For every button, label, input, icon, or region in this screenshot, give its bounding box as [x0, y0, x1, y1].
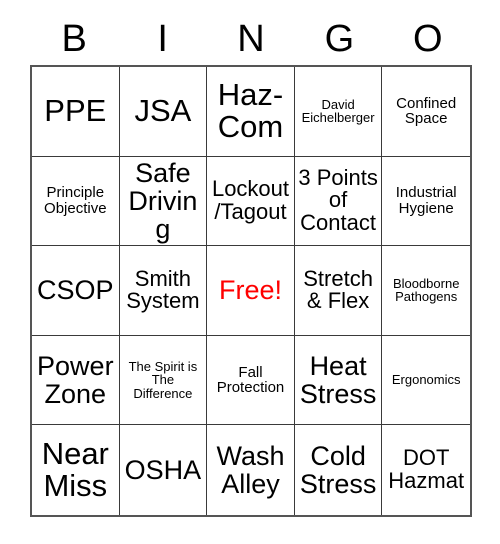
bingo-cell[interactable]: 3 Points of Contact: [294, 156, 383, 247]
bingo-header-letter-g: G: [324, 18, 355, 60]
bingo-cell[interactable]: The Spirit is The Difference: [119, 335, 208, 426]
bingo-cell-label: JSA: [134, 93, 192, 129]
bingo-cell-label: Principle Objective: [44, 184, 107, 217]
bingo-cell-label: Safe Driving: [128, 157, 198, 244]
bingo-cell-label: Confined Space: [396, 94, 457, 128]
bingo-cell-label: Ergonomics: [391, 372, 461, 388]
bingo-cell[interactable]: Bloodborne Pathogens: [382, 246, 470, 336]
bingo-header-letter-b: B: [61, 18, 87, 60]
bingo-cell[interactable]: Safe Driving: [119, 156, 208, 247]
bingo-cell-label: David Eichelberger: [301, 96, 375, 126]
bingo-cell-label: Haz-Com: [217, 77, 284, 145]
bingo-cell-label: Cold Stress: [299, 441, 377, 500]
bingo-header-letter-i: I: [157, 18, 168, 60]
bingo-cell-label: Near Miss: [41, 435, 109, 504]
bingo-cell[interactable]: Fall Protection: [207, 335, 295, 426]
bingo-cell-label: Bloodborne Pathogens: [392, 275, 460, 305]
bingo-cell[interactable]: PPE: [32, 67, 120, 157]
bingo-cell-label: Wash Alley: [216, 441, 285, 500]
bingo-cell[interactable]: Power Zone: [32, 335, 120, 426]
bingo-cell[interactable]: Lockout/Tagout: [207, 156, 295, 247]
bingo-cell[interactable]: CSOP: [32, 246, 120, 336]
bingo-header-row: BINGO: [30, 14, 472, 64]
bingo-cell[interactable]: JSA: [119, 67, 208, 157]
bingo-cell[interactable]: Wash Alley: [207, 425, 295, 515]
bingo-cell-label: Smith System: [126, 265, 200, 314]
bingo-cell-label: 3 Points of Contact: [298, 164, 378, 236]
bingo-cell[interactable]: DOT Hazmat: [382, 425, 470, 515]
bingo-cell-label: CSOP: [37, 275, 114, 306]
bingo-header-letter-o: O: [413, 18, 443, 60]
bingo-cell-label: Lockout/Tagout: [211, 176, 290, 224]
bingo-cell-label: The Spirit is The Difference: [128, 358, 198, 401]
bingo-free-space-cell[interactable]: Free!: [207, 246, 295, 336]
bingo-cell[interactable]: Near Miss: [32, 425, 120, 515]
bingo-cell-label: PPE: [44, 93, 107, 129]
bingo-cell[interactable]: Stretch & Flex: [294, 246, 383, 336]
bingo-cell[interactable]: Haz-Com: [207, 67, 295, 157]
bingo-cell[interactable]: Smith System: [119, 246, 208, 336]
bingo-cell-label: OSHA: [124, 455, 202, 486]
bingo-cell[interactable]: OSHA: [119, 425, 208, 515]
bingo-cell-label: Industrial Hygiene: [395, 184, 457, 217]
bingo-cell-label: Fall Protection: [216, 363, 285, 397]
bingo-cell-label: DOT Hazmat: [388, 445, 465, 494]
bingo-cell[interactable]: Ergonomics: [382, 335, 470, 426]
bingo-cell-label: Free!: [218, 275, 282, 306]
bingo-cell[interactable]: Principle Objective: [32, 156, 120, 247]
bingo-cell-label: Power Zone: [37, 351, 114, 410]
bingo-cell[interactable]: Confined Space: [382, 67, 470, 157]
bingo-cell[interactable]: David Eichelberger: [294, 67, 383, 157]
bingo-cell-label: Stretch & Flex: [303, 265, 373, 314]
bingo-cell[interactable]: Heat Stress: [294, 335, 383, 426]
bingo-header-letter-n: N: [237, 18, 265, 60]
bingo-grid: PPE JSA Haz-Com David Eichelberger Confined …: [30, 65, 472, 517]
bingo-cell-label: Heat Stress: [299, 351, 377, 410]
bingo-card: B I N G O PPE JSA Haz-Com David Eichelberger Con…: [0, 0, 500, 544]
bingo-cell[interactable]: Industrial Hygiene: [382, 156, 470, 247]
bingo-cell[interactable]: Cold Stress: [294, 425, 383, 515]
